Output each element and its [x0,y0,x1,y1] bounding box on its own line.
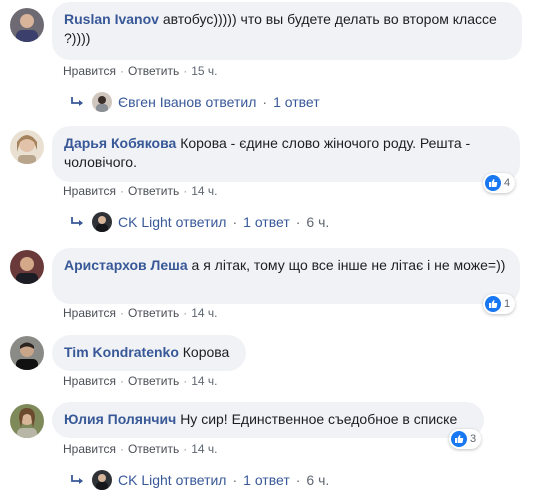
comment-time[interactable]: 14 ч. [191,184,217,198]
comment-actions: Нравится · Ответить · 14 ч. [63,184,218,198]
replies-author: CK Light ответил [118,214,227,230]
like-link[interactable]: Нравится [63,64,116,78]
comment-time[interactable]: 14 ч. [191,306,217,320]
reply-link[interactable]: Ответить [128,184,179,198]
reaction-badge[interactable]: 3 [449,429,482,449]
comment-text: а я літак, тому що все інше не літає і н… [191,257,506,273]
comment-bubble: Юлия Полянчич Ну сир! Единственное съедо… [52,402,484,438]
replies-link[interactable]: CK Light ответил · 1 ответ · 6 ч. [70,212,329,232]
replies-time: 6 ч. [306,214,330,230]
like-link[interactable]: Нравится [63,374,116,388]
comment-bubble: Аристархов Леша а я літак, тому що все і… [52,248,520,304]
like-link[interactable]: Нравится [63,184,116,198]
replies-count: 1 ответ [243,472,290,488]
avatar [92,92,112,112]
comment-time[interactable]: 14 ч. [191,442,217,456]
comment-actions: Нравится · Ответить · 15 ч. [63,64,218,78]
comment-text: Корова [182,344,230,360]
comment-bubble: Ruslan Ivanov автобус))))) что вы будете… [52,2,522,60]
comment-author[interactable]: Дарья Кобякова [64,135,176,151]
comment-time[interactable]: 15 ч. [191,64,217,78]
reply-link[interactable]: Ответить [128,64,179,78]
comment-author[interactable]: Юлия Полянчич [64,411,176,427]
reaction-count: 1 [504,298,511,310]
like-link[interactable]: Нравится [63,306,116,320]
reply-link[interactable]: Ответить [128,442,179,456]
comment-author[interactable]: Аристархов Леша [64,257,188,273]
comment-text: Ну сир! Единственное съедобное в списке [180,411,458,427]
reply-link[interactable]: Ответить [128,306,179,320]
avatar[interactable] [10,404,44,438]
comment-time[interactable]: 14 ч. [191,374,217,388]
avatar[interactable] [10,250,44,284]
comment-actions: Нравится · Ответить · 14 ч. [63,306,218,320]
replies-author: Євген Іванов ответил [118,94,257,110]
avatar[interactable] [10,8,44,42]
replies-time: 6 ч. [306,472,330,488]
replies-link[interactable]: Євген Іванов ответил · 1 ответ [70,92,320,112]
comment-bubble: Tim Kondratenko Корова [52,335,246,371]
reply-arrow-icon [71,217,83,226]
like-link[interactable]: Нравится [63,442,116,456]
comment-actions: Нравится · Ответить · 14 ч. [63,374,218,388]
thumbs-up-icon [451,431,467,447]
reaction-badge[interactable]: 1 [483,294,516,314]
replies-link[interactable]: CK Light ответил · 1 ответ · 6 ч. [70,470,329,490]
comment-actions: Нравится · Ответить · 14 ч. [63,442,218,456]
reaction-count: 4 [504,177,511,189]
reply-arrow-icon [71,97,83,106]
reply-arrow-icon [71,475,83,484]
reaction-count: 3 [470,433,477,445]
avatar[interactable] [10,336,44,370]
comment-author[interactable]: Ruslan Ivanov [64,11,159,27]
avatar[interactable] [10,130,44,164]
replies-author: CK Light ответил [118,472,227,488]
avatar [92,470,112,490]
comment-author[interactable]: Tim Kondratenko [64,344,179,360]
reply-link[interactable]: Ответить [128,374,179,388]
reaction-badge[interactable]: 4 [483,173,516,193]
thumbs-up-icon [485,175,501,191]
comment-bubble: Дарья Кобякова Корова - єдине слово жіно… [52,126,520,182]
replies-count: 1 ответ [243,214,290,230]
avatar [92,212,112,232]
replies-count: 1 ответ [273,94,320,110]
thumbs-up-icon [485,296,501,312]
